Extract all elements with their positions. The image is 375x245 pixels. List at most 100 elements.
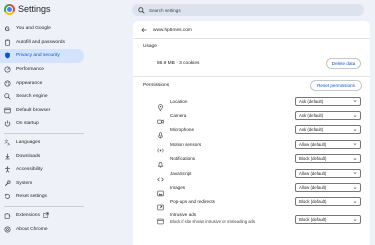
select-value: Block (default)	[299, 156, 327, 162]
divider	[133, 76, 370, 77]
shield-icon	[5, 53, 10, 59]
sidebar-item-you-and-google[interactable]: G You and Google	[0, 22, 86, 36]
select-value: Allow (default)	[299, 141, 327, 147]
permission-sublabel: Block if site shows intrusive or mislead…	[170, 218, 255, 224]
bell-icon	[157, 155, 164, 168]
permission-label: Images	[170, 185, 186, 191]
sidebar-item-languages[interactable]: 文A Languages	[0, 136, 86, 150]
popups-select[interactable]: Block (default)	[295, 197, 361, 207]
sidebar-item-autofill[interactable]: Autofill and passwords	[0, 36, 86, 50]
select-value: Block (default)	[299, 199, 327, 205]
sidebar-item-performance[interactable]: Performance	[0, 63, 86, 77]
ads-icon	[157, 212, 164, 225]
sidebar-divider	[4, 205, 84, 207]
sidebar-item-accessibility[interactable]: Accessibility	[0, 163, 86, 177]
microphone-icon	[157, 126, 164, 139]
permission-label: Camera	[170, 113, 187, 119]
motion-sensor-icon	[157, 141, 164, 153]
usage-text: 86.9 MB · 3 cookies	[157, 61, 200, 66]
code-icon	[157, 170, 164, 182]
sidebar: G You and Google Autofill and passwords …	[0, 22, 86, 236]
permission-label: Intrusive ads	[170, 212, 197, 218]
permission-row-microphone: Microphone Ask (default)	[133, 123, 370, 139]
permission-label: Location	[170, 98, 188, 104]
permission-label: JavaScript	[170, 170, 192, 176]
sidebar-item-label: Performance	[16, 67, 44, 73]
search-input[interactable]: Search settings	[132, 4, 364, 16]
sidebar-item-label: System	[16, 180, 33, 186]
select-value: Ask (default)	[299, 113, 324, 119]
sidebar-item-label: Downloads	[16, 153, 41, 159]
sidebar-item-on-startup[interactable]: On startup	[0, 117, 86, 131]
permission-label: Motion sensors	[170, 141, 202, 147]
image-icon	[157, 184, 164, 197]
permission-label: Microphone	[170, 127, 195, 133]
sidebar-item-label: You and Google	[16, 26, 51, 32]
chevron-down-icon	[353, 128, 357, 132]
sidebar-item-appearance[interactable]: Appearance	[0, 76, 86, 90]
sidebar-item-label: Accessibility	[16, 167, 43, 173]
select-value: Ask (default)	[299, 127, 324, 133]
divider	[133, 38, 370, 39]
sidebar-item-default-browser[interactable]: Default browser	[0, 104, 86, 118]
external-link-icon	[43, 211, 49, 220]
chevron-down-icon	[353, 157, 357, 161]
motion-sensors-select[interactable]: Allow (default)	[295, 139, 361, 149]
camera-select[interactable]: Ask (default)	[295, 111, 361, 121]
sidebar-item-downloads[interactable]: Downloads	[0, 149, 86, 163]
chevron-down-icon	[353, 142, 357, 146]
delete-data-button[interactable]: Delete data	[326, 58, 361, 69]
intrusive-ads-select[interactable]: Block (default)	[295, 215, 361, 225]
sidebar-item-search-engine[interactable]: Search engine	[0, 90, 86, 104]
permission-row-intrusive-ads: Intrusive ads Block if site shows intrus…	[133, 209, 370, 227]
clipboard-icon	[5, 39, 10, 46]
puzzle-icon	[4, 213, 11, 219]
permission-row-camera: Camera Ask (default)	[133, 108, 370, 124]
sidebar-item-reset-settings[interactable]: Reset settings	[0, 190, 86, 204]
download-icon	[5, 153, 10, 159]
sidebar-item-label: Privacy and security	[16, 53, 60, 59]
sidebar-item-label: Autofill and passwords	[16, 39, 65, 45]
power-icon	[4, 121, 11, 127]
chevron-down-icon	[353, 186, 357, 190]
top-bar: Settings Search settings	[0, 0, 375, 20]
back-arrow-icon[interactable]	[141, 27, 147, 33]
translate-icon: 文A	[4, 139, 11, 146]
chrome-icon	[4, 226, 11, 233]
select-value: Allow (default)	[299, 185, 327, 191]
wrench-icon	[5, 180, 11, 186]
chevron-down-icon	[353, 114, 357, 118]
accessibility-icon	[5, 166, 10, 173]
sidebar-item-label: About Chrome	[16, 226, 48, 232]
chevron-down-icon	[353, 99, 357, 103]
sidebar-item-label: Appearance	[16, 80, 43, 86]
search-icon	[138, 6, 145, 14]
sidebar-item-system[interactable]: System	[0, 177, 86, 191]
sidebar-item-label: On startup	[16, 121, 39, 127]
site-header: www.hp5mes.com	[141, 27, 192, 33]
sidebar-item-label: Extensions	[16, 213, 40, 219]
sidebar-item-extensions[interactable]: Extensions	[0, 209, 86, 223]
google-icon: G	[5, 26, 10, 32]
reset-permissions-button[interactable]: Reset permissions	[310, 80, 362, 91]
microphone-select[interactable]: Ask (default)	[295, 125, 361, 135]
select-value: Ask (default)	[299, 98, 324, 104]
search-icon	[4, 93, 11, 100]
location-select[interactable]: Ask (default)	[295, 96, 361, 106]
sidebar-item-label: Reset settings	[16, 194, 47, 200]
permission-label: Pop-ups and redirects	[170, 199, 215, 205]
permission-label: Notifications	[170, 156, 196, 162]
camera-icon	[157, 112, 164, 124]
browser-icon	[4, 107, 11, 114]
permission-row-popups: Pop-ups and redirects Block (default)	[133, 195, 370, 211]
sidebar-item-about-chrome[interactable]: About Chrome	[0, 222, 86, 236]
chrome-logo-icon	[4, 4, 15, 15]
sidebar-item-privacy-and-security[interactable]: Privacy and security	[0, 49, 84, 63]
permission-row-images: Images Allow (default)	[133, 180, 370, 197]
javascript-select[interactable]: Allow (default)	[295, 168, 361, 178]
svg-text:A: A	[8, 143, 11, 146]
sidebar-divider	[4, 132, 84, 134]
permission-row-javascript: JavaScript Allow (default)	[133, 166, 370, 182]
notifications-select[interactable]: Block (default)	[295, 154, 361, 164]
images-select[interactable]: Allow (default)	[295, 183, 361, 193]
